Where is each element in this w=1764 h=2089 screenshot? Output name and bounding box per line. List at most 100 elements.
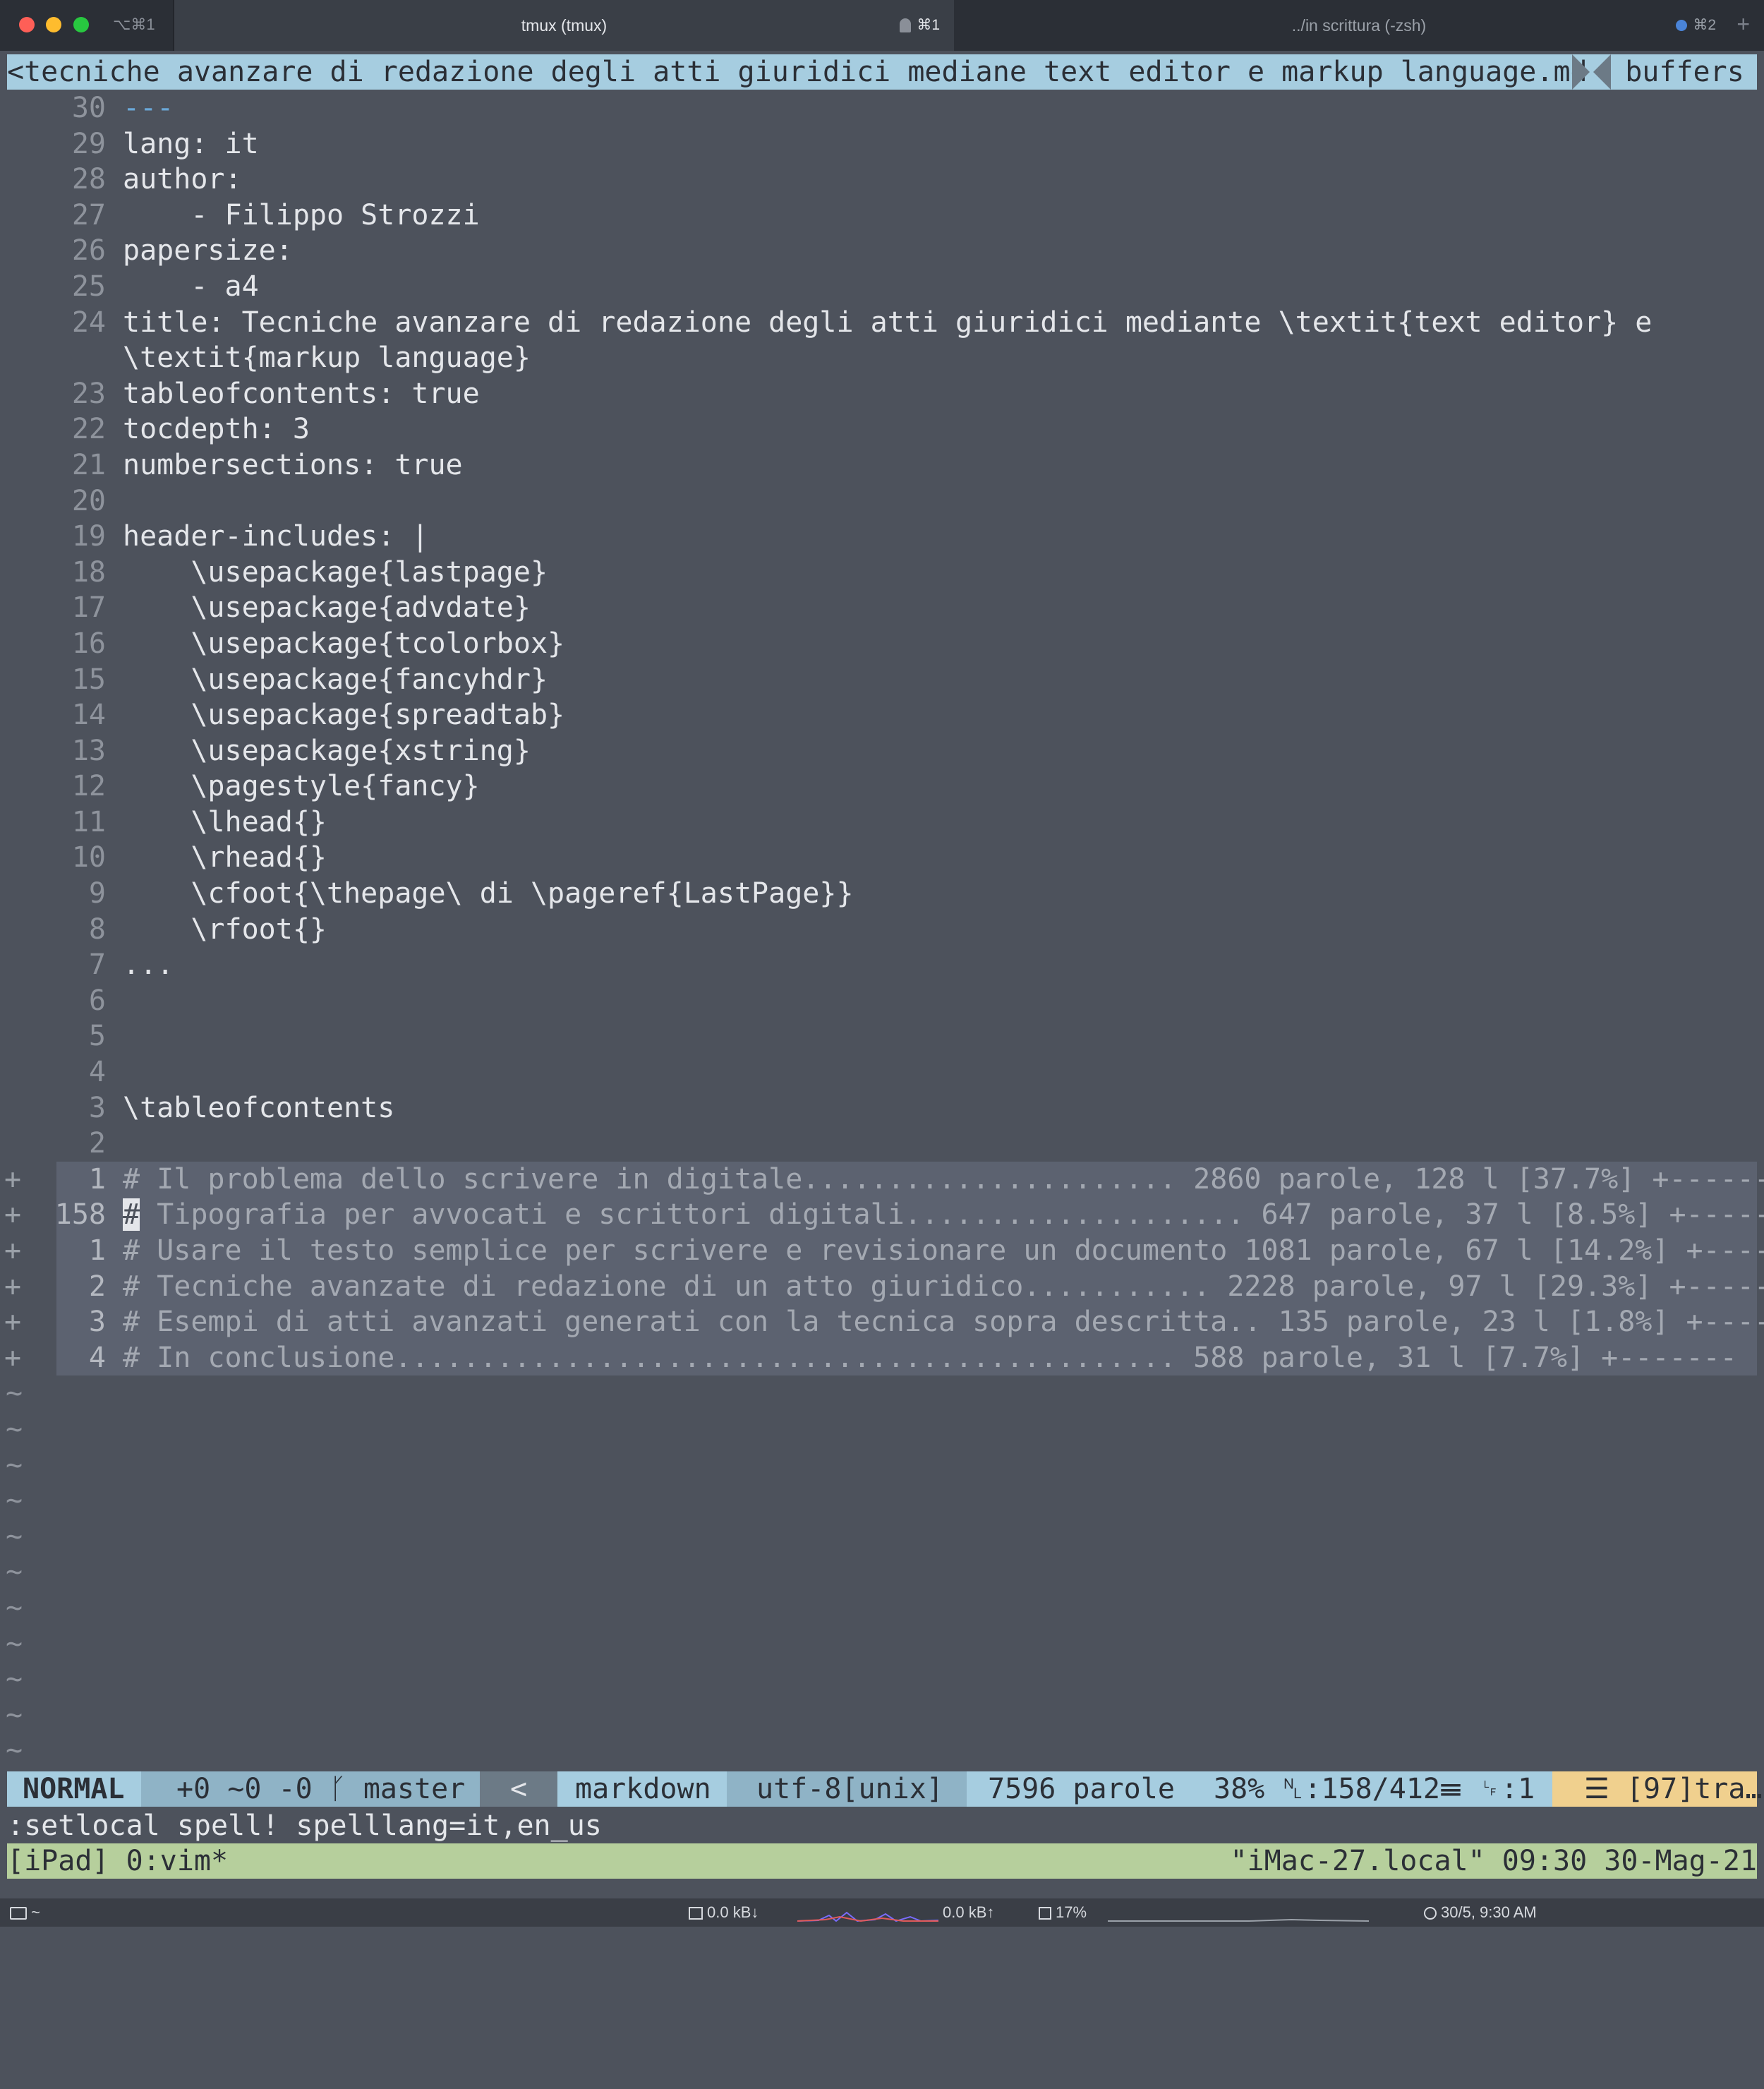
- line-text: tableofcontents: true: [123, 377, 480, 410]
- tmux-window-list[interactable]: [iPad] 0:vim*: [7, 1843, 228, 1879]
- code-line[interactable]: 30 ---: [0, 90, 1764, 126]
- code-line[interactable]: 11 \lhead{}: [0, 805, 1764, 841]
- trailing-warning: ☰ [97]tra…: [1552, 1771, 1763, 1807]
- empty-line: ~: [0, 1661, 1764, 1697]
- fold-line[interactable]: +1 # Usare il testo semplice per scrivere…: [0, 1233, 1764, 1269]
- window-titlebar: ⌥⌘1 tmux (tmux) ⌘1 ../in scrittura (-zsh…: [0, 0, 1764, 51]
- file-encoding: utf-8[unix]: [727, 1771, 967, 1807]
- code-line[interactable]: 28 author:: [0, 162, 1764, 198]
- fold-text: # Esempi di atti avanzati generati con l…: [123, 1306, 1764, 1339]
- fold-line[interactable]: +3 # Esempi di atti avanzati generati con…: [0, 1304, 1764, 1340]
- folder-label: ~: [31, 1903, 40, 1921]
- line-text: \usepackage{advdate}: [123, 591, 531, 625]
- cpu-status: 17%: [1039, 1898, 1087, 1927]
- folder-icon: [10, 1907, 27, 1920]
- network-down-label: 0.0 kB↓: [707, 1903, 759, 1921]
- line-text: \tableofcontents: [123, 1091, 395, 1124]
- tilde-marker: ~: [6, 1555, 23, 1589]
- code-line[interactable]: 2: [0, 1126, 1764, 1162]
- code-line[interactable]: 26 papersize:: [0, 233, 1764, 269]
- code-line[interactable]: 15 \usepackage{fancyhdr}: [0, 662, 1764, 698]
- code-line[interactable]: 3 \tableofcontents: [0, 1090, 1764, 1126]
- fold-line[interactable]: +2 # Tecniche avanzate di redazione di un…: [0, 1268, 1764, 1305]
- line-number: 2: [88, 1270, 106, 1303]
- code-line[interactable]: 22 tocdepth: 3: [0, 411, 1764, 447]
- tab-shortcut-2: ⌘2: [1676, 16, 1716, 34]
- line-text: lang: it: [123, 127, 259, 160]
- line-text: ...: [123, 949, 174, 982]
- empty-line: ~: [0, 1483, 1764, 1519]
- activity-dot-icon: [1676, 20, 1688, 32]
- tab-shortcut-label: ⌘2: [1693, 17, 1716, 33]
- code-line[interactable]: 16 \usepackage{tcolorbox}: [0, 626, 1764, 662]
- code-line[interactable]: 14 \usepackage{spreadtab}: [0, 697, 1764, 733]
- tab-tmux[interactable]: tmux (tmux) ⌘1: [173, 0, 955, 51]
- code-line[interactable]: 4: [0, 1054, 1764, 1090]
- current-file-tab[interactable]: <tecniche avanzare di redazione degli at…: [7, 54, 1588, 90]
- new-tab-button[interactable]: +: [1736, 11, 1750, 37]
- line-text: author:: [123, 163, 242, 196]
- folder-status[interactable]: ~: [10, 1898, 40, 1927]
- tab-title: tmux (tmux): [521, 16, 608, 35]
- code-line[interactable]: 20: [0, 483, 1764, 519]
- fold-text: # Il problema dello scrivere in digitale…: [123, 1162, 1764, 1196]
- tab-shortcut-1: ⌘1: [900, 16, 940, 34]
- code-line[interactable]: 23 tableofcontents: true: [0, 376, 1764, 412]
- line-number: 9: [88, 877, 106, 910]
- code-line[interactable]: 13 \usepackage{xstring}: [0, 733, 1764, 769]
- buffers-label[interactable]: buffers: [1612, 54, 1757, 90]
- tabline-separator: [1593, 54, 1611, 90]
- empty-line: ~: [0, 1519, 1764, 1555]
- code-line[interactable]: 7...: [0, 947, 1764, 983]
- code-line[interactable]: 6: [0, 983, 1764, 1019]
- fold-text: # Tecniche avanzate di redazione di un a…: [123, 1270, 1764, 1303]
- cpu-icon: [1039, 1907, 1051, 1920]
- line-number: 10: [71, 841, 106, 874]
- empty-line: ~: [0, 1411, 1764, 1447]
- line-number: 22: [71, 413, 106, 446]
- code-line[interactable]: 24 title: Tecniche avanzare di redazione …: [0, 305, 1764, 341]
- fold-line[interactable]: +1 # Il problema dello scrivere in digita…: [0, 1161, 1764, 1198]
- tmux-host-clock: "iMac-27.local" 09:30 30-Mag-21: [1230, 1845, 1757, 1877]
- tab-zsh[interactable]: ../in scrittura (-zsh) ⌘2 +: [954, 0, 1764, 51]
- line-number: 28: [71, 163, 106, 196]
- code-line[interactable]: 21 numbersections: true: [0, 447, 1764, 483]
- fold-line[interactable]: +4 # In conclusione......................…: [0, 1340, 1764, 1376]
- line-number: 29: [71, 127, 106, 160]
- code-line[interactable]: 8 \rfoot{}: [0, 912, 1764, 948]
- tab-title: ../in scrittura (-zsh): [1291, 16, 1427, 35]
- code-line[interactable]: 19 header-includes: |: [0, 519, 1764, 555]
- code-line[interactable]: 5: [0, 1018, 1764, 1054]
- code-line[interactable]: 18 \usepackage{lastpage}: [0, 555, 1764, 591]
- minimize-window-button[interactable]: [46, 17, 61, 32]
- line-text: \usepackage{xstring}: [123, 734, 531, 767]
- code-line[interactable]: 10 \rhead{}: [0, 840, 1764, 876]
- empty-line: ~: [0, 1554, 1764, 1590]
- line-number: 12: [71, 770, 106, 803]
- fold-text: # In conclusione........................…: [123, 1341, 1737, 1374]
- code-line[interactable]: 27 - Filippo Strozzi: [0, 198, 1764, 234]
- code-line[interactable]: 29 lang: it: [0, 126, 1764, 162]
- command-line[interactable]: :setlocal spell! spelllang=it,en_us: [7, 1808, 602, 1843]
- line-number: 25: [71, 270, 106, 303]
- line-text: title: Tecniche avanzare di redazione de…: [123, 306, 1653, 339]
- zoom-window-button[interactable]: [73, 17, 89, 32]
- line-text: tocdepth: 3: [123, 413, 310, 446]
- code-line[interactable]: 9 \cfoot{\thepage\ di \pageref{LastPage}…: [0, 876, 1764, 912]
- empty-line: ~: [0, 1590, 1764, 1626]
- line-number: 17: [71, 591, 106, 625]
- line-text: ---: [123, 92, 174, 124]
- close-window-button[interactable]: [19, 17, 35, 32]
- code-line[interactable]: 25 - a4: [0, 269, 1764, 305]
- code-line[interactable]: \textit{markup language}: [0, 340, 1764, 376]
- line-number: 16: [71, 627, 106, 660]
- fold-sign: +: [4, 1341, 22, 1374]
- editor-buffer[interactable]: 30 --- 29 lang: it 28 author: 27 - Filippo Str…: [0, 90, 1764, 1769]
- line-number: 27: [71, 198, 106, 231]
- fold-line[interactable]: +158 # Tipografia per avvocati e scrittor…: [0, 1197, 1764, 1233]
- line-number: 11: [71, 805, 106, 838]
- code-line[interactable]: 12 \pagestyle{fancy}: [0, 769, 1764, 805]
- line-text: - Filippo Strozzi: [123, 198, 480, 231]
- code-line[interactable]: 17 \usepackage{advdate}: [0, 590, 1764, 626]
- line-number: 158: [54, 1198, 106, 1232]
